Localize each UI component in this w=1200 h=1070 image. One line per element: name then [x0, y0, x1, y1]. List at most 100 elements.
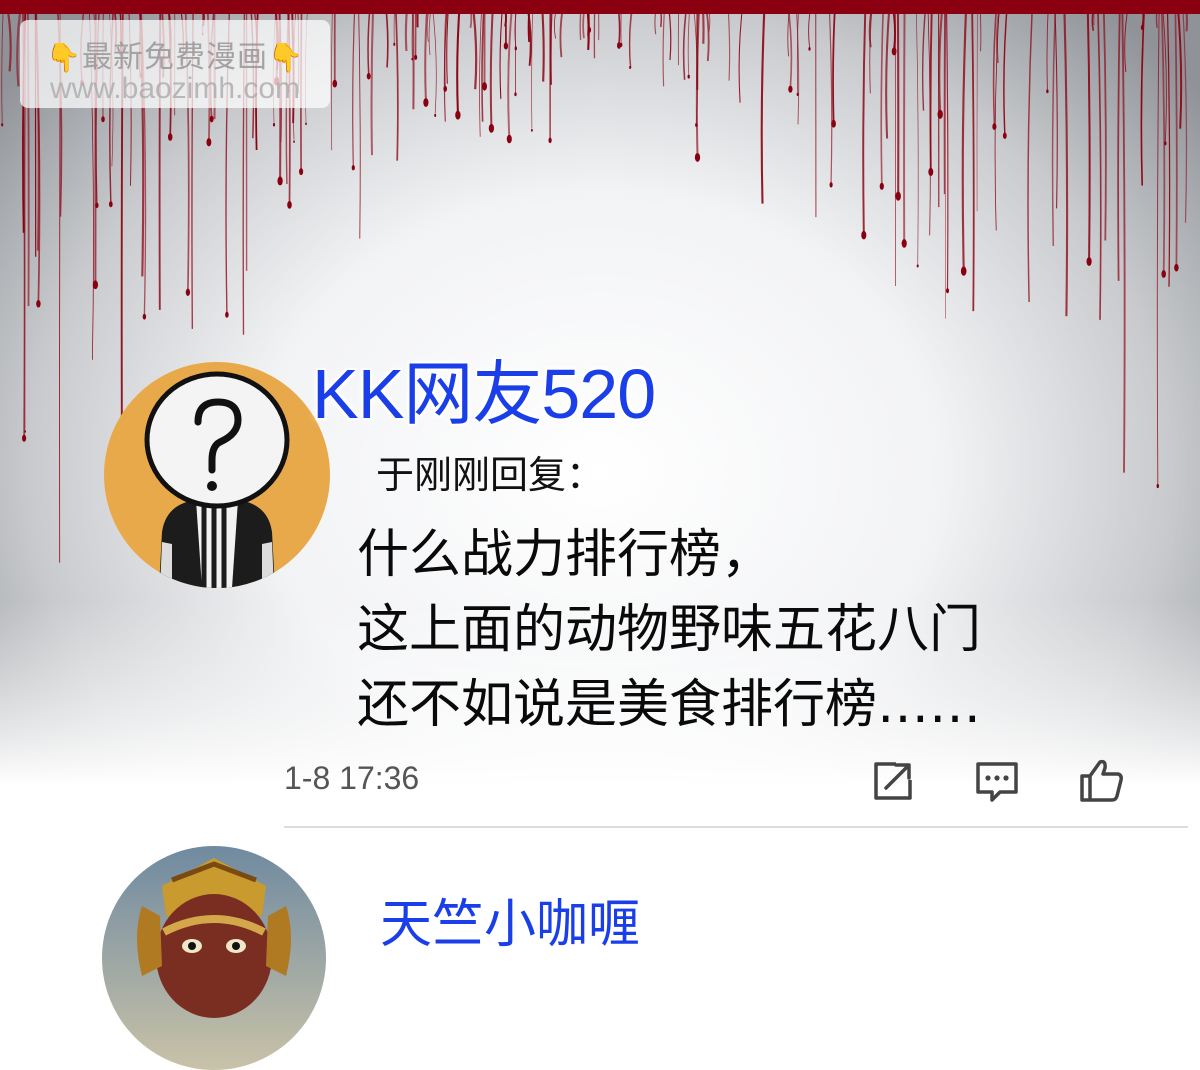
- blood-droplet: [788, 86, 792, 93]
- watermark-title: 最新免费漫画: [82, 40, 268, 75]
- next-comment-username[interactable]: 天竺小咖喱: [380, 882, 640, 957]
- blood-droplet: [455, 111, 460, 120]
- blood-drip: [739, 0, 743, 103]
- comment-body: 什么战力排行榜， 这上面的动物野味五花八门 还不如说是美食排行榜……: [357, 518, 981, 743]
- blood-drip: [886, 0, 890, 139]
- blood-drip: [1004, 0, 1008, 134]
- blood-droplet: [831, 120, 836, 128]
- blood-drip: [1183, 0, 1187, 223]
- blood-droplet: [299, 168, 303, 175]
- blood-droplet: [352, 165, 355, 170]
- blood-droplet: [861, 231, 866, 240]
- blood-drip: [930, 0, 931, 170]
- blood-droplet: [695, 123, 697, 127]
- blood-droplet: [305, 122, 307, 125]
- blood-droplet: [1046, 89, 1048, 93]
- blood-drip: [1088, 0, 1090, 260]
- blood-droplet: [688, 75, 690, 79]
- blood-droplet: [434, 114, 436, 117]
- comment-divider: [284, 826, 1188, 828]
- blood-drip: [1064, 0, 1067, 316]
- blood-droplet: [507, 135, 512, 144]
- blood-drip: [963, 0, 967, 269]
- blood-drip: [2, 0, 4, 123]
- blood-droplet: [168, 133, 173, 141]
- blood-droplet: [917, 264, 919, 267]
- blood-droplet: [206, 138, 211, 146]
- blood-droplet: [1161, 270, 1166, 278]
- blood-drip: [1028, 0, 1032, 302]
- blood-droplet: [992, 123, 996, 130]
- blood-droplet: [423, 98, 428, 107]
- blood-droplet: [333, 80, 338, 88]
- blood-droplet: [489, 124, 494, 133]
- blood-drip: [425, 0, 428, 101]
- blood-droplet: [101, 116, 105, 122]
- blood-droplet: [225, 312, 229, 318]
- blood-drip: [972, 0, 974, 311]
- blood-droplet: [514, 92, 516, 96]
- blood-drip: [1122, 0, 1124, 473]
- blood-drip: [1175, 0, 1177, 266]
- blood-drip: [353, 0, 355, 166]
- blood-drip: [395, 0, 397, 161]
- blood-drip: [542, 0, 544, 82]
- blood-droplet: [902, 239, 907, 248]
- blood-droplet: [1087, 257, 1092, 266]
- blood-droplet: [109, 201, 113, 207]
- blood-drip: [762, 0, 765, 204]
- blood-droplet: [36, 300, 40, 308]
- comment-timestamp: 1-8 17:36: [284, 760, 419, 797]
- share-icon[interactable]: [868, 756, 918, 806]
- blood-drip: [916, 0, 918, 264]
- blood-drip: [939, 0, 943, 112]
- avatar[interactable]: [104, 362, 330, 588]
- blood-droplet: [482, 82, 487, 90]
- blood-droplet: [515, 46, 517, 50]
- comment-line: 什么战力排行榜，: [357, 518, 981, 593]
- comment-line: 这上面的动物野味五花八门: [357, 593, 981, 668]
- watermark-url[interactable]: www.baozimh.com: [20, 72, 330, 106]
- blood-drip: [1186, 0, 1187, 31]
- like-icon[interactable]: [1076, 756, 1126, 806]
- blood-drip: [1104, 0, 1106, 241]
- blood-droplet: [443, 86, 447, 92]
- blood-droplet: [548, 138, 551, 144]
- blood-drip: [1167, 0, 1169, 287]
- blood-droplet: [961, 266, 967, 275]
- blood-droplet: [896, 192, 901, 201]
- blood-droplet: [273, 123, 275, 127]
- blood-droplet: [414, 55, 417, 60]
- blood-drip: [944, 0, 945, 194]
- blood-drip: [904, 0, 905, 241]
- blood-droplet: [880, 183, 884, 190]
- blood-droplet: [143, 314, 146, 320]
- blood-droplet: [393, 43, 395, 46]
- blood-droplet: [95, 203, 98, 209]
- blood-droplet: [928, 168, 933, 176]
- blood-droplet: [186, 289, 190, 296]
- blood-drip: [413, 0, 414, 109]
- avatar[interactable]: [102, 846, 326, 1070]
- blood-droplet: [946, 288, 949, 293]
- blood-drip: [580, 0, 582, 40]
- blood-drip: [457, 0, 460, 113]
- blood-droplet: [367, 73, 371, 80]
- blood-drip: [1162, 0, 1165, 272]
- reply-icon[interactable]: [972, 756, 1022, 806]
- blood-drip: [923, 0, 927, 111]
- blood-drip: [406, 0, 408, 51]
- blood-drip: [598, 0, 599, 40]
- blood-droplet: [830, 182, 833, 187]
- pointing-down-hand-icon: 👇: [46, 41, 82, 74]
- comment-username[interactable]: KK网友520: [312, 338, 655, 439]
- blood-droplet: [277, 176, 282, 185]
- blood-droplet: [22, 435, 26, 442]
- watermark: 👇最新免费漫画👇 www.baozimh.com: [20, 20, 330, 108]
- blood-drip: [359, 0, 361, 239]
- blood-droplet: [531, 129, 533, 132]
- blood-droplet: [808, 47, 810, 51]
- blood-drip: [500, 0, 503, 99]
- blood-droplet: [1157, 484, 1160, 488]
- blood-drip: [491, 0, 493, 126]
